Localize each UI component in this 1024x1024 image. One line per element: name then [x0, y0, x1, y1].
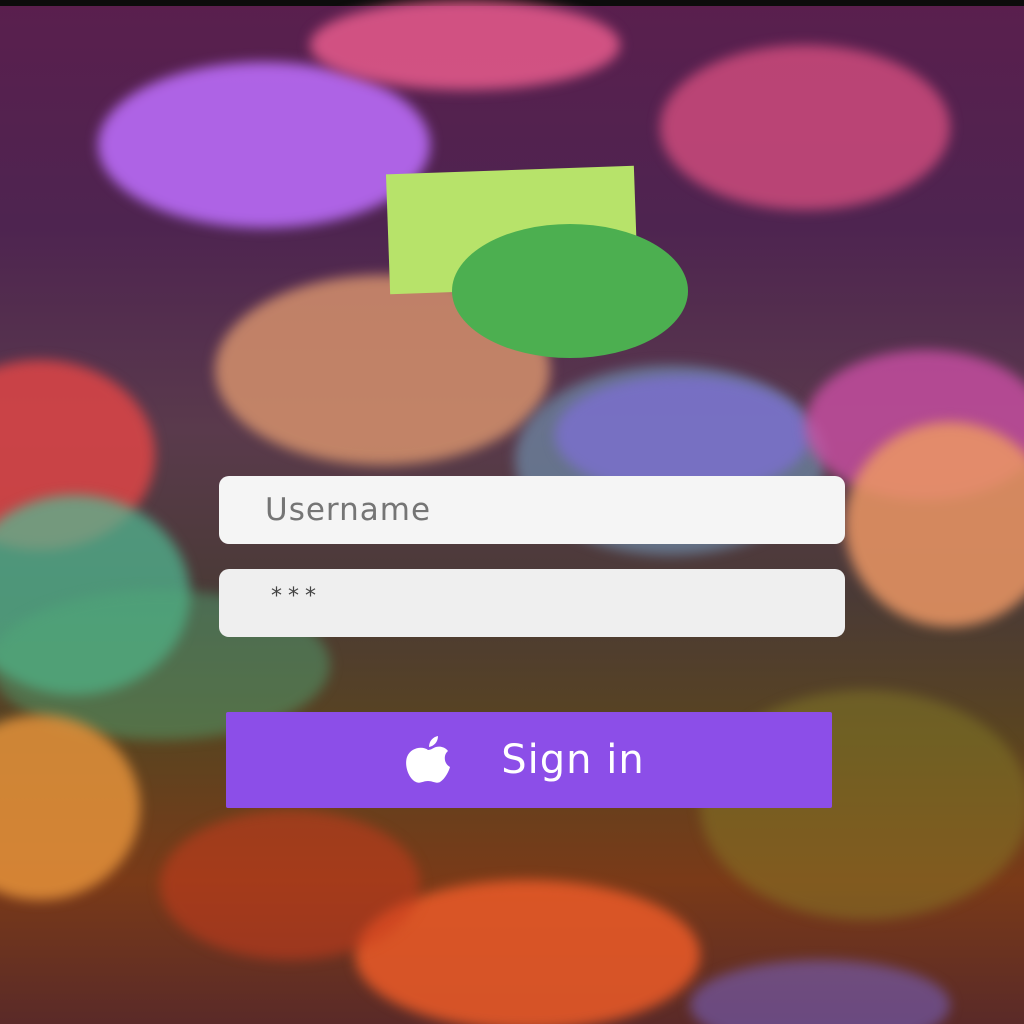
- username-input[interactable]: [219, 476, 845, 544]
- background-bokeh: [660, 45, 950, 210]
- apple-icon: [399, 735, 457, 785]
- background-bokeh: [0, 715, 140, 900]
- background-bokeh: [160, 810, 420, 960]
- background-bokeh: [98, 62, 430, 228]
- login-screen: *** Sign in: [0, 0, 1024, 1024]
- logo-circle: [452, 224, 688, 358]
- sign-in-button[interactable]: Sign in: [226, 712, 832, 808]
- background-bokeh: [310, 0, 620, 90]
- sign-in-label: Sign in: [501, 737, 645, 783]
- password-input[interactable]: ***: [219, 569, 845, 637]
- background-bokeh: [690, 960, 950, 1024]
